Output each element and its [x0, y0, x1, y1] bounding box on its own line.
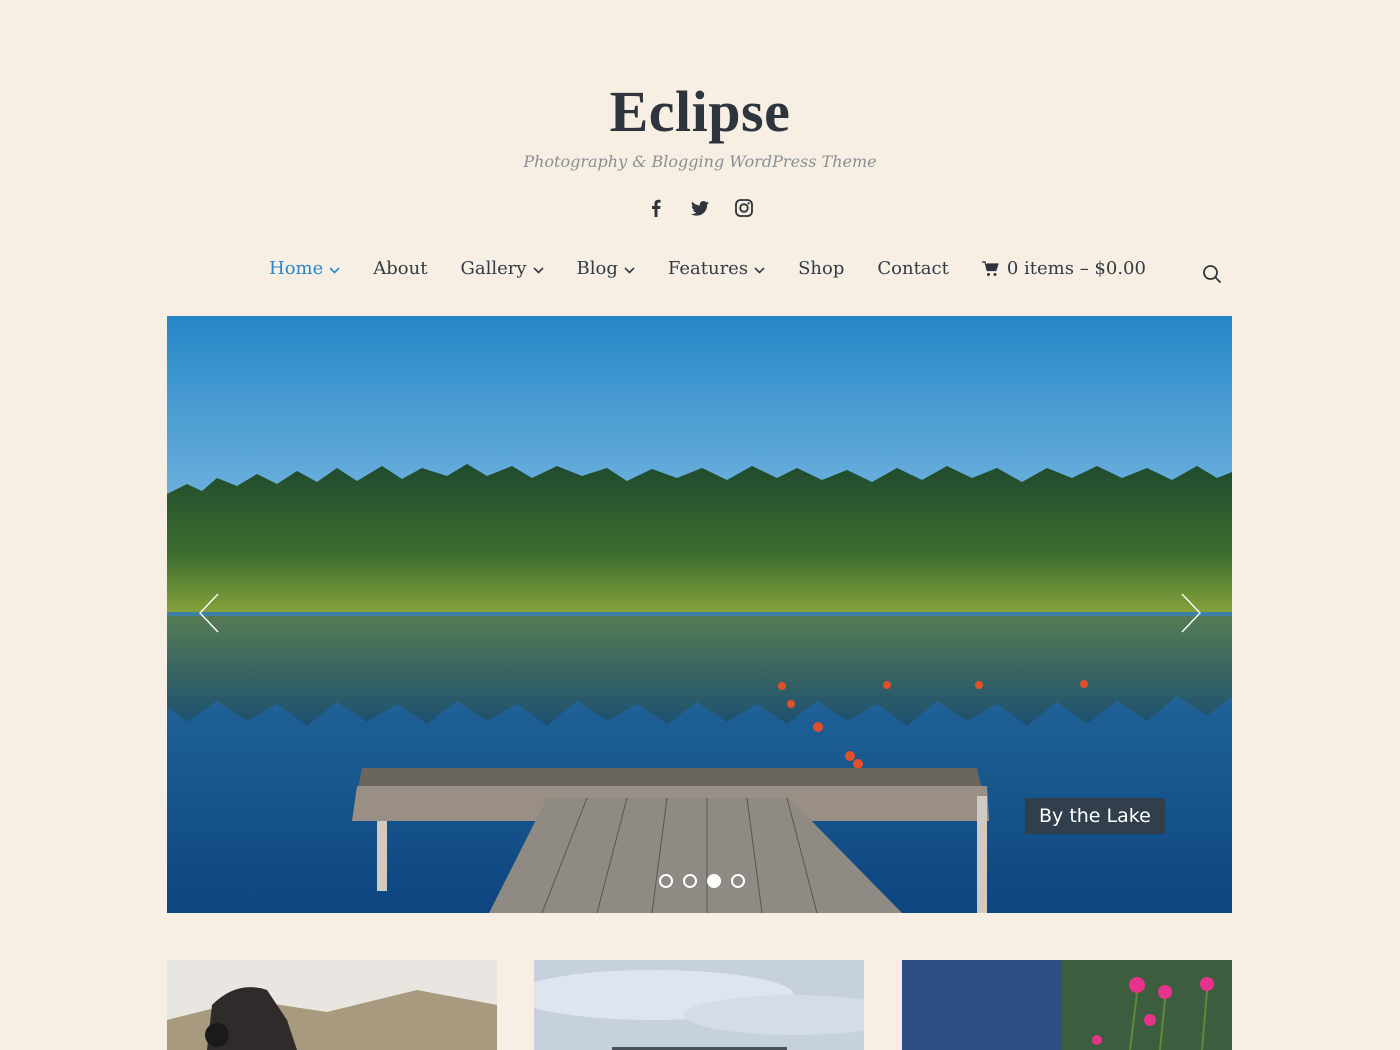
search-button[interactable] — [1202, 264, 1222, 288]
nav-item-gallery[interactable]: Gallery — [460, 258, 544, 279]
slide-caption[interactable]: By the Lake — [1025, 798, 1165, 834]
chevron-right-icon — [1181, 593, 1201, 633]
nav-item-label: Contact — [877, 258, 949, 279]
nav-item-label: Blog — [576, 258, 618, 279]
twitter-icon[interactable] — [690, 198, 710, 218]
nav-item-blog[interactable]: Blog — [577, 258, 635, 279]
social-links — [0, 198, 1400, 218]
site-title[interactable]: Eclipse — [0, 78, 1400, 145]
nav-item-home[interactable]: Home — [269, 258, 340, 279]
slider-dot[interactable] — [659, 874, 673, 888]
nav-item-contact[interactable]: Contact — [877, 258, 948, 279]
instagram-icon[interactable] — [734, 198, 754, 218]
chevron-down-icon — [532, 258, 544, 279]
search-icon — [1203, 265, 1221, 283]
cart-icon — [981, 260, 999, 276]
nav-item-label: Gallery — [460, 258, 527, 279]
chevron-down-icon — [754, 258, 765, 279]
chevron-down-icon — [624, 258, 635, 279]
slider-dot[interactable] — [683, 874, 697, 888]
nav-item-shop[interactable]: Shop — [798, 258, 844, 279]
post-thumbnail-sky[interactable] — [534, 960, 864, 1050]
nav-item-about[interactable]: About — [373, 258, 427, 279]
slider-dot-active[interactable] — [707, 874, 721, 888]
chevron-down-icon — [329, 258, 340, 279]
slider-pagination — [659, 874, 745, 888]
post-thumbnail-flowers[interactable] — [902, 960, 1232, 1050]
nav-item-label: Features — [667, 258, 749, 279]
slider-next-button[interactable] — [1180, 592, 1202, 638]
nav-item-label: Shop — [798, 258, 845, 279]
post-thumbnail-photographer[interactable] — [167, 960, 497, 1050]
main-navigation: Home About Gallery Blog Features Shop Co… — [269, 258, 1146, 279]
cart-summary: 0 items – $0.00 — [1006, 258, 1146, 279]
nav-item-label: Home — [269, 258, 324, 279]
nav-item-features[interactable]: Features — [668, 258, 765, 279]
site-tagline: Photography & Blogging WordPress Theme — [523, 152, 877, 171]
slider-prev-button[interactable] — [198, 592, 220, 638]
nav-item-label: About — [373, 258, 428, 279]
facebook-icon[interactable] — [646, 198, 666, 218]
chevron-left-icon — [199, 593, 219, 633]
cart-link[interactable]: 0 items – $0.00 — [981, 258, 1146, 279]
slider-dot[interactable] — [731, 874, 745, 888]
